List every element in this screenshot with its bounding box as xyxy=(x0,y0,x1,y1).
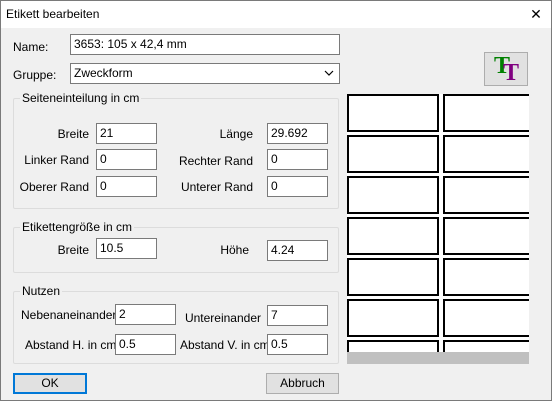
dialog-window: Etikett bearbeiten ✕ Name: 3653: 105 x 4… xyxy=(0,0,552,401)
preview-label-cell xyxy=(443,176,529,214)
nebeneinander-input[interactable]: 2 xyxy=(115,304,176,325)
linker-rand-input[interactable]: 0 xyxy=(96,149,157,170)
label-preview xyxy=(347,94,529,364)
font-button[interactable]: T T xyxy=(484,52,528,86)
abstand-v-input[interactable]: 0.5 xyxy=(267,334,328,355)
close-icon[interactable]: ✕ xyxy=(521,1,551,28)
etikett-hoehe-input[interactable]: 4.24 xyxy=(267,240,328,261)
rechter-rand-label: Rechter Rand xyxy=(178,154,253,168)
etikettengroesse-legend: Etikettengröße in cm xyxy=(22,220,133,234)
untereinander-label: Untereinander xyxy=(184,311,261,325)
preview-label-cell xyxy=(443,299,529,337)
nutzen-legend: Nutzen xyxy=(22,284,61,298)
rechter-rand-input[interactable]: 0 xyxy=(267,149,328,170)
seite-laenge-input[interactable]: 29.692 xyxy=(267,123,328,144)
oberer-rand-input[interactable]: 0 xyxy=(96,176,157,197)
etikett-breite-input[interactable]: 10.5 xyxy=(96,238,157,259)
etikett-breite-label: Breite xyxy=(57,243,89,257)
preview-label-cell xyxy=(347,94,439,132)
title-bar: Etikett bearbeiten ✕ xyxy=(1,1,551,28)
hoehe-label: Höhe xyxy=(220,243,249,257)
font-tt-icon: T T xyxy=(485,53,527,86)
untereinander-input[interactable]: 7 xyxy=(267,305,328,326)
name-label: Name: xyxy=(13,40,49,54)
nebeneinander-label: Nebenaneinander xyxy=(21,308,117,322)
preview-label-cell xyxy=(347,299,439,337)
unterer-rand-label: Unterer Rand xyxy=(180,180,253,194)
preview-label-cell xyxy=(443,135,529,173)
ok-button[interactable]: OK xyxy=(13,373,87,394)
oberer-rand-label: Oberer Rand xyxy=(19,180,89,194)
preview-label-cell xyxy=(347,135,439,173)
preview-label-cell xyxy=(347,217,439,255)
abstand-h-label: Abstand H. in cm xyxy=(25,338,117,352)
window-title: Etikett bearbeiten xyxy=(6,7,100,21)
gruppe-label: Gruppe: xyxy=(13,68,57,82)
preview-shade-strip xyxy=(347,352,529,364)
preview-label-cell xyxy=(347,176,439,214)
unterer-rand-input[interactable]: 0 xyxy=(267,176,328,197)
gruppe-select[interactable]: Zweckform xyxy=(70,63,340,84)
abstand-h-input[interactable]: 0.5 xyxy=(115,334,176,355)
preview-label-cell xyxy=(443,217,529,255)
preview-label-cell xyxy=(443,94,529,132)
font-icon-glyph-purple: T xyxy=(503,60,520,86)
preview-label-cell xyxy=(347,258,439,296)
abbruch-button[interactable]: Abbruch xyxy=(266,373,339,394)
abstand-v-label: Abstand V. in cm xyxy=(180,338,270,352)
preview-label-cell xyxy=(443,258,529,296)
seiteneinteilung-legend: Seiteneinteilung in cm xyxy=(22,91,140,105)
laenge-label: Länge xyxy=(219,127,253,141)
breite-label: Breite xyxy=(57,127,89,141)
gruppe-select-value: Zweckform xyxy=(74,66,133,80)
chevron-down-icon[interactable] xyxy=(324,64,334,83)
linker-rand-label: Linker Rand xyxy=(24,153,89,167)
seite-breite-input[interactable]: 21 xyxy=(96,123,157,144)
name-input[interactable]: 3653: 105 x 42,4 mm xyxy=(70,34,340,55)
